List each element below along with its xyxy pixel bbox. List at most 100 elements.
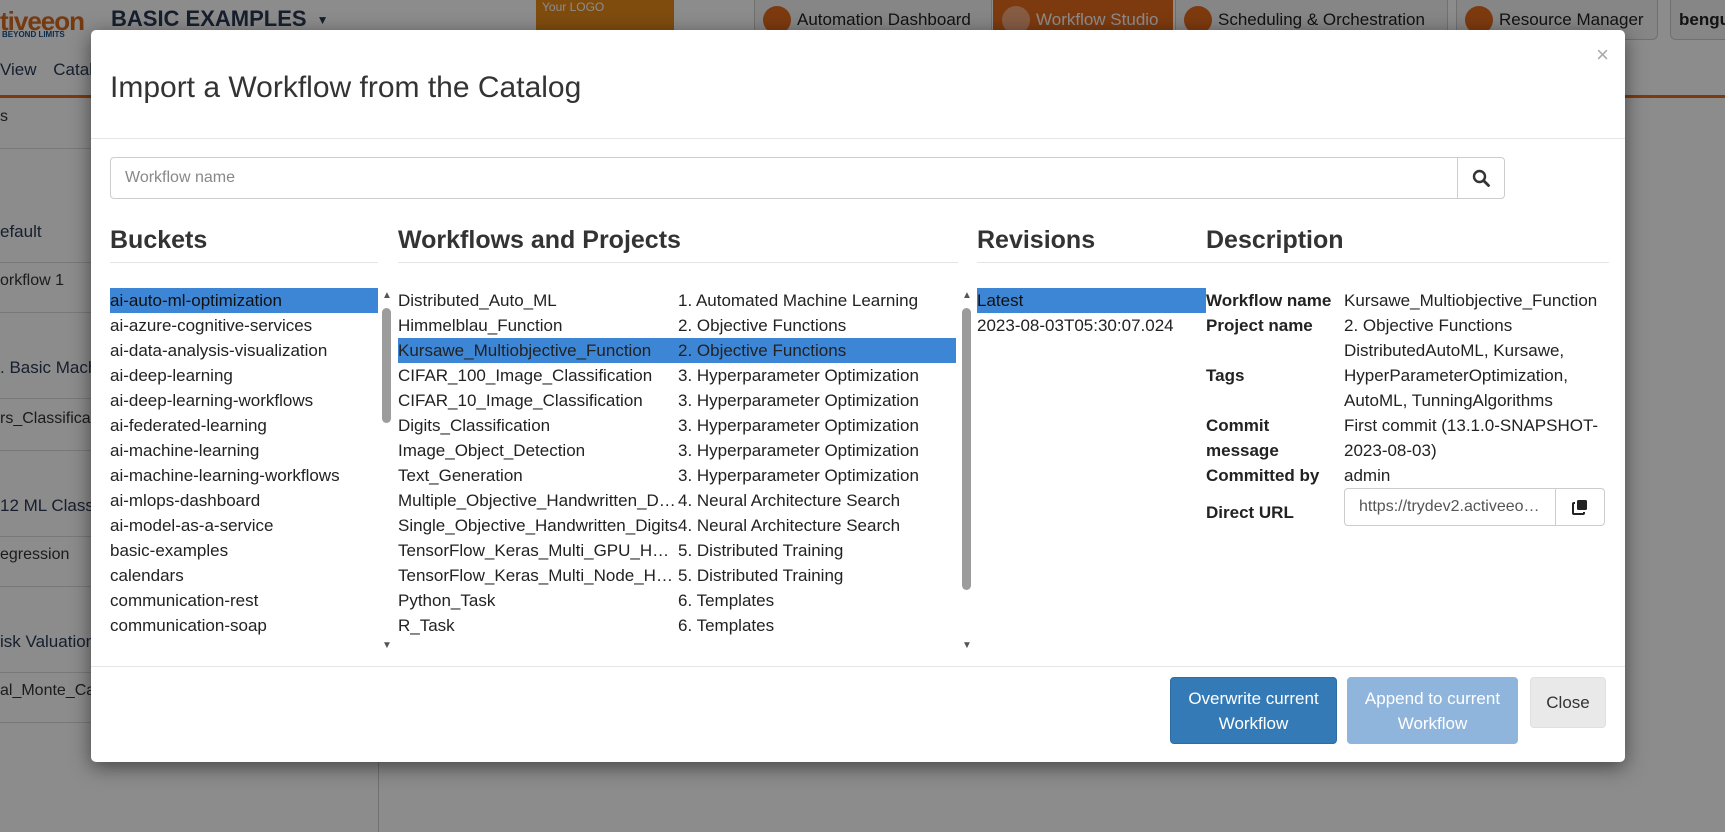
revision-item[interactable]: 2023-08-03T05:30:07.024 [977,313,1206,338]
bucket-item[interactable]: ai-mlops-dashboard [110,488,378,513]
workflow-project: 2. Objective Functions [678,316,847,335]
workflow-name: Himmelblau_Function [398,316,563,335]
buckets-list[interactable]: ai-auto-ml-optimization ai-azure-cognitiv… [110,288,378,656]
workflows-scrollbar[interactable]: ▲ ▼ [960,288,974,656]
workflow-row[interactable]: Image_Object_Detection 3. Hyperparameter … [398,438,956,463]
search-button[interactable] [1457,157,1505,199]
commit-message-value: First commit (13.1.0-SNAPSHOT-2023-08-03… [1344,416,1599,460]
workflow-project: 6. Templates [678,616,775,635]
bucket-item[interactable]: ai-model-as-a-service [110,513,378,538]
workflow-name: R_Task [398,616,455,635]
bucket-item[interactable]: ai-machine-learning-workflows [110,463,378,488]
workflow-project: 5. Distributed Training [678,541,844,560]
workflow-project: 3. Hyperparameter Optimization [678,466,919,485]
scroll-down-icon[interactable]: ▼ [962,640,972,651]
workflow-project: 3. Hyperparameter Optimization [678,391,919,410]
workflow-row[interactable]: R_Task 6. Templates [398,613,956,638]
description-panel: Workflow name Kursawe_Multiobjective_Fun… [1206,288,1610,526]
workflow-row[interactable]: Digits_Classification 3. Hyperparameter O… [398,413,956,438]
committed-by-value: admin [1344,466,1391,485]
divider [398,262,958,263]
workflow-row[interactable]: TensorFlow_Keras_Multi_GPU_Horovod 5. Dis… [398,538,956,563]
workflow-row[interactable]: Kursawe_Multiobjective_Function 2. Object… [398,338,956,363]
divider [91,666,1625,667]
scroll-down-icon[interactable]: ▼ [382,640,392,651]
search-bar [110,157,1505,199]
project-name-value: 2. Objective Functions [1344,316,1513,335]
workflow-name: Image_Object_Detection [398,441,586,460]
bucket-item[interactable]: communication-soap [110,613,378,638]
tags-label: Tags [1206,366,1245,385]
overwrite-workflow-button[interactable]: Overwrite current Workflow [1170,677,1337,744]
workflow-project: 6. Templates [678,591,775,610]
append-workflow-button[interactable]: Append to current Workflow [1347,677,1518,744]
bucket-item[interactable]: ai-federated-learning [110,413,378,438]
workflow-project: 4. Neural Architecture Search [678,516,901,535]
workflow-row[interactable]: Multiple_Objective_Handwritten_Digits 4. … [398,488,956,513]
workflow-row[interactable]: CIFAR_100_Image_Classification 3. Hyperpa… [398,363,956,388]
workflow-name: Python_Task [398,591,496,610]
bucket-item[interactable]: ai-azure-cognitive-services [110,313,378,338]
workflow-row[interactable]: CIFAR_10_Image_Classification 3. Hyperpar… [398,388,956,413]
bucket-item[interactable]: ai-machine-learning [110,438,378,463]
workflow-row[interactable]: Single_Objective_Handwritten_Digits 4. Ne… [398,513,956,538]
workflow-name: CIFAR_100_Image_Classification [398,366,653,385]
close-button[interactable]: Close [1530,677,1606,728]
bucket-item[interactable]: basic-examples [110,538,378,563]
workflow-search-input[interactable] [110,157,1458,199]
divider [977,262,1206,263]
divider [1206,262,1609,263]
workflow-project: 1. Automated Machine Learning [678,291,919,310]
bucket-item[interactable]: ai-deep-learning [110,363,378,388]
workflows-heading: Workflows and Projects [398,226,681,254]
buckets-scrollbar[interactable]: ▲ ▼ [380,288,394,656]
workflow-name: Single_Objective_Handwritten_Digits [398,516,678,535]
divider [110,262,378,263]
scroll-thumb[interactable] [962,308,971,590]
copy-url-button[interactable] [1556,488,1605,526]
workflow-project: 4. Neural Architecture Search [678,491,901,510]
import-workflow-modal: × Import a Workflow from the Catalog Buc… [91,30,1625,762]
workflow-name: Kursawe_Multiobjective_Function [398,341,652,360]
workflow-name: Text_Generation [398,466,523,485]
revisions-heading: Revisions [977,226,1096,254]
modal-title: Import a Workflow from the Catalog [110,71,582,104]
workflow-row[interactable]: Python_Task 6. Templates [398,588,956,613]
description-heading: Description [1206,226,1344,254]
close-icon[interactable]: × [1596,44,1609,66]
workflow-row[interactable]: Text_Generation 3. Hyperparameter Optimiz… [398,463,956,488]
workflow-name: Digits_Classification [398,416,551,435]
bucket-item[interactable]: calendars [110,563,378,588]
workflow-name-value: Kursawe_Multiobjective_Function [1344,291,1598,310]
workflow-row[interactable]: Distributed_Auto_ML 1. Automated Machine … [398,288,956,313]
project-name-label: Project name [1206,316,1313,335]
direct-url-group: https://trydev2.activeeon.com/catalog/bu… [1344,488,1605,526]
scroll-thumb[interactable] [382,308,391,423]
workflow-name: CIFAR_10_Image_Classification [398,391,643,410]
bucket-item[interactable]: ai-deep-learning-workflows [110,388,378,413]
buckets-heading: Buckets [110,226,208,254]
workflow-name: Distributed_Auto_ML [398,291,557,310]
scroll-up-icon[interactable]: ▲ [962,290,972,301]
revision-item[interactable]: Latest [977,288,1206,313]
workflow-project: 2. Objective Functions [678,341,847,360]
copy-icon [1572,500,1587,515]
direct-url-field[interactable]: https://trydev2.activeeon.com/catalog/bu… [1344,488,1556,526]
workflow-row[interactable]: Himmelblau_Function 2. Objective Function… [398,313,956,338]
search-icon [1472,169,1490,187]
workflow-project: 3. Hyperparameter Optimization [678,366,919,385]
workflow-name: TensorFlow_Keras_Multi_Node_Horovod [398,566,678,585]
committed-by-label: Committed by [1206,466,1320,485]
revisions-list[interactable]: Latest 2023-08-03T05:30:07.024 [977,288,1206,656]
workflow-row[interactable]: TensorFlow_Keras_Multi_Node_Horovod 5. Di… [398,563,956,588]
workflow-project: 3. Hyperparameter Optimization [678,416,919,435]
bucket-item[interactable]: ai-auto-ml-optimization [110,288,378,313]
scroll-up-icon[interactable]: ▲ [382,290,392,301]
direct-url-label: Direct URL [1206,503,1294,522]
workflow-name-label: Workflow name [1206,291,1332,310]
bucket-item[interactable]: communication-rest [110,588,378,613]
bucket-item[interactable]: ai-data-analysis-visualization [110,338,378,363]
workflow-name: TensorFlow_Keras_Multi_GPU_Horovod [398,541,678,560]
divider [91,138,1625,139]
workflows-list[interactable]: Distributed_Auto_ML 1. Automated Machine … [398,288,956,656]
